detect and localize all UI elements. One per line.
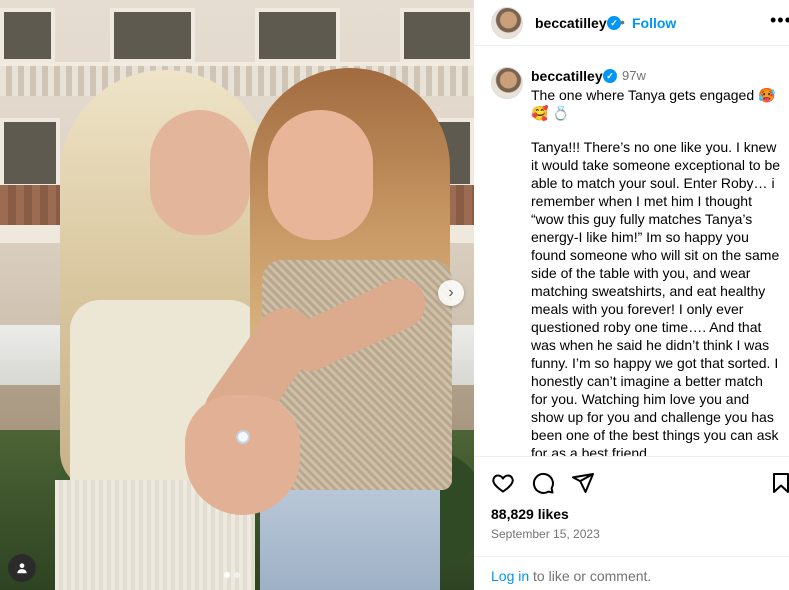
verified-badge-icon: ✓ — [603, 69, 617, 83]
avatar[interactable] — [491, 67, 523, 99]
username[interactable]: beccatilley — [535, 15, 607, 31]
post-time-ago[interactable]: 97w — [622, 68, 646, 83]
login-link[interactable]: Log in — [491, 568, 529, 584]
caption-title: The one where Tanya gets engaged 🥵 🥰 💍 — [531, 87, 776, 121]
engagement-ring — [236, 430, 250, 444]
share-icon[interactable] — [570, 470, 596, 496]
separator: • — [620, 14, 625, 30]
likes-count[interactable]: 88,829 likes — [491, 506, 569, 522]
hand-with-ring — [185, 395, 300, 515]
user-tag-icon[interactable] — [8, 554, 36, 582]
chevron-right-icon[interactable]: › — [438, 280, 464, 306]
caption-username[interactable]: beccatilley — [531, 68, 603, 84]
caption-area: beccatilley ✓ 97w The one where Tanya ge… — [474, 47, 789, 457]
heart-icon[interactable] — [490, 470, 516, 496]
follow-button[interactable]: Follow — [632, 15, 676, 31]
login-prompt: Log in to like or comment. — [474, 556, 789, 590]
login-prompt-text: Log in to like or comment. — [491, 568, 651, 584]
person-left-face — [150, 110, 250, 235]
post-header: beccatilley ✓ • Follow ••• — [474, 0, 789, 46]
verified-badge-icon: ✓ — [607, 16, 621, 30]
person-right-jeans — [260, 490, 440, 590]
carousel-dot — [234, 572, 240, 578]
person-right-face — [268, 110, 373, 240]
carousel-dot — [224, 572, 230, 578]
caption-body: Tanya!!! There’s no one like you. I knew… — [531, 139, 781, 457]
post-date[interactable]: September 15, 2023 — [491, 527, 600, 541]
post-side-panel: beccatilley ✓ • Follow ••• beccatilley ✓… — [474, 0, 789, 590]
post-photo[interactable]: › — [0, 0, 474, 590]
carousel-dots — [224, 572, 240, 578]
avatar[interactable] — [491, 7, 523, 39]
bookmark-icon[interactable] — [768, 470, 789, 496]
login-rest-text: to like or comment. — [529, 568, 652, 584]
more-options-icon[interactable]: ••• — [770, 10, 789, 31]
comment-icon[interactable] — [530, 470, 556, 496]
